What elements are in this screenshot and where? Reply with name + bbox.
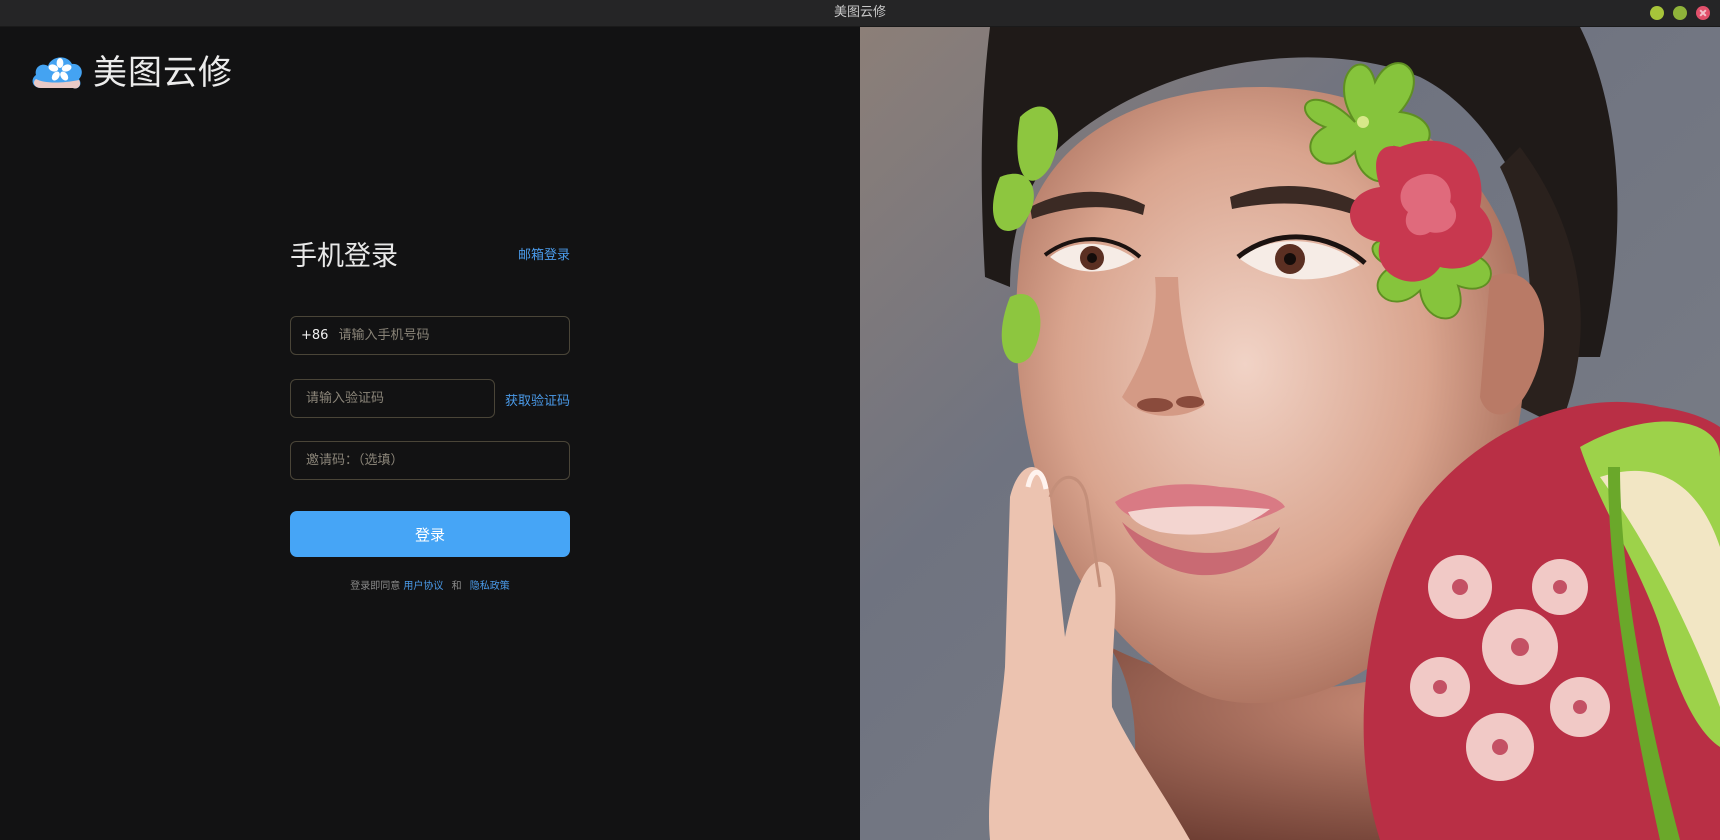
phone-input[interactable]	[338, 328, 569, 343]
portrait-with-flowers-image	[860, 27, 1720, 840]
hero-illustration	[860, 27, 1720, 840]
agreement-prefix: 登录即同意	[350, 581, 401, 592]
maximize-button[interactable]	[1673, 6, 1687, 20]
invite-code-input[interactable]	[306, 453, 569, 468]
brand-name: 美图云修	[93, 53, 233, 93]
agreement-conjunction: 和	[451, 581, 462, 592]
agreement-notice: 登录即同意 用户协议 和 隐私政策	[290, 577, 570, 592]
app-window: 美图云修 美图云修 手机登录 邮箱登录 +86 请输入手机号码 请输入验证码 获…	[0, 0, 1720, 840]
verification-code-field[interactable]	[290, 379, 495, 418]
window-title: 美图云修	[833, 5, 886, 20]
cloud-flower-icon	[32, 56, 82, 88]
close-button[interactable]	[1696, 6, 1710, 20]
window-controls	[1650, 6, 1710, 20]
login-button[interactable]: 登录	[290, 511, 570, 557]
terms-link[interactable]: 用户协议	[403, 581, 443, 592]
phone-field[interactable]: +86	[290, 316, 570, 355]
privacy-link[interactable]: 隐私政策	[470, 581, 510, 592]
email-login-link[interactable]: 邮箱登录	[518, 244, 570, 263]
country-code-selector[interactable]: +86	[301, 328, 328, 343]
invite-code-field[interactable]	[290, 441, 570, 480]
get-code-link[interactable]: 获取验证码	[505, 390, 570, 409]
title-bar[interactable]: 美图云修	[0, 0, 1720, 27]
form-header: 手机登录 邮箱登录	[290, 234, 570, 278]
verification-code-input[interactable]	[306, 391, 494, 406]
form-title: 手机登录	[290, 241, 398, 272]
minimize-button[interactable]	[1650, 6, 1664, 20]
login-form: 手机登录 邮箱登录 +86 获取验证码 登录 登录即同意 用户协议 和 隐私政策	[290, 234, 570, 592]
brand-logo: 美图云修	[29, 45, 233, 94]
login-pane: 美图云修 手机登录 邮箱登录 +86 获取验证码 登录 登录即同意 用户协议	[0, 27, 860, 840]
